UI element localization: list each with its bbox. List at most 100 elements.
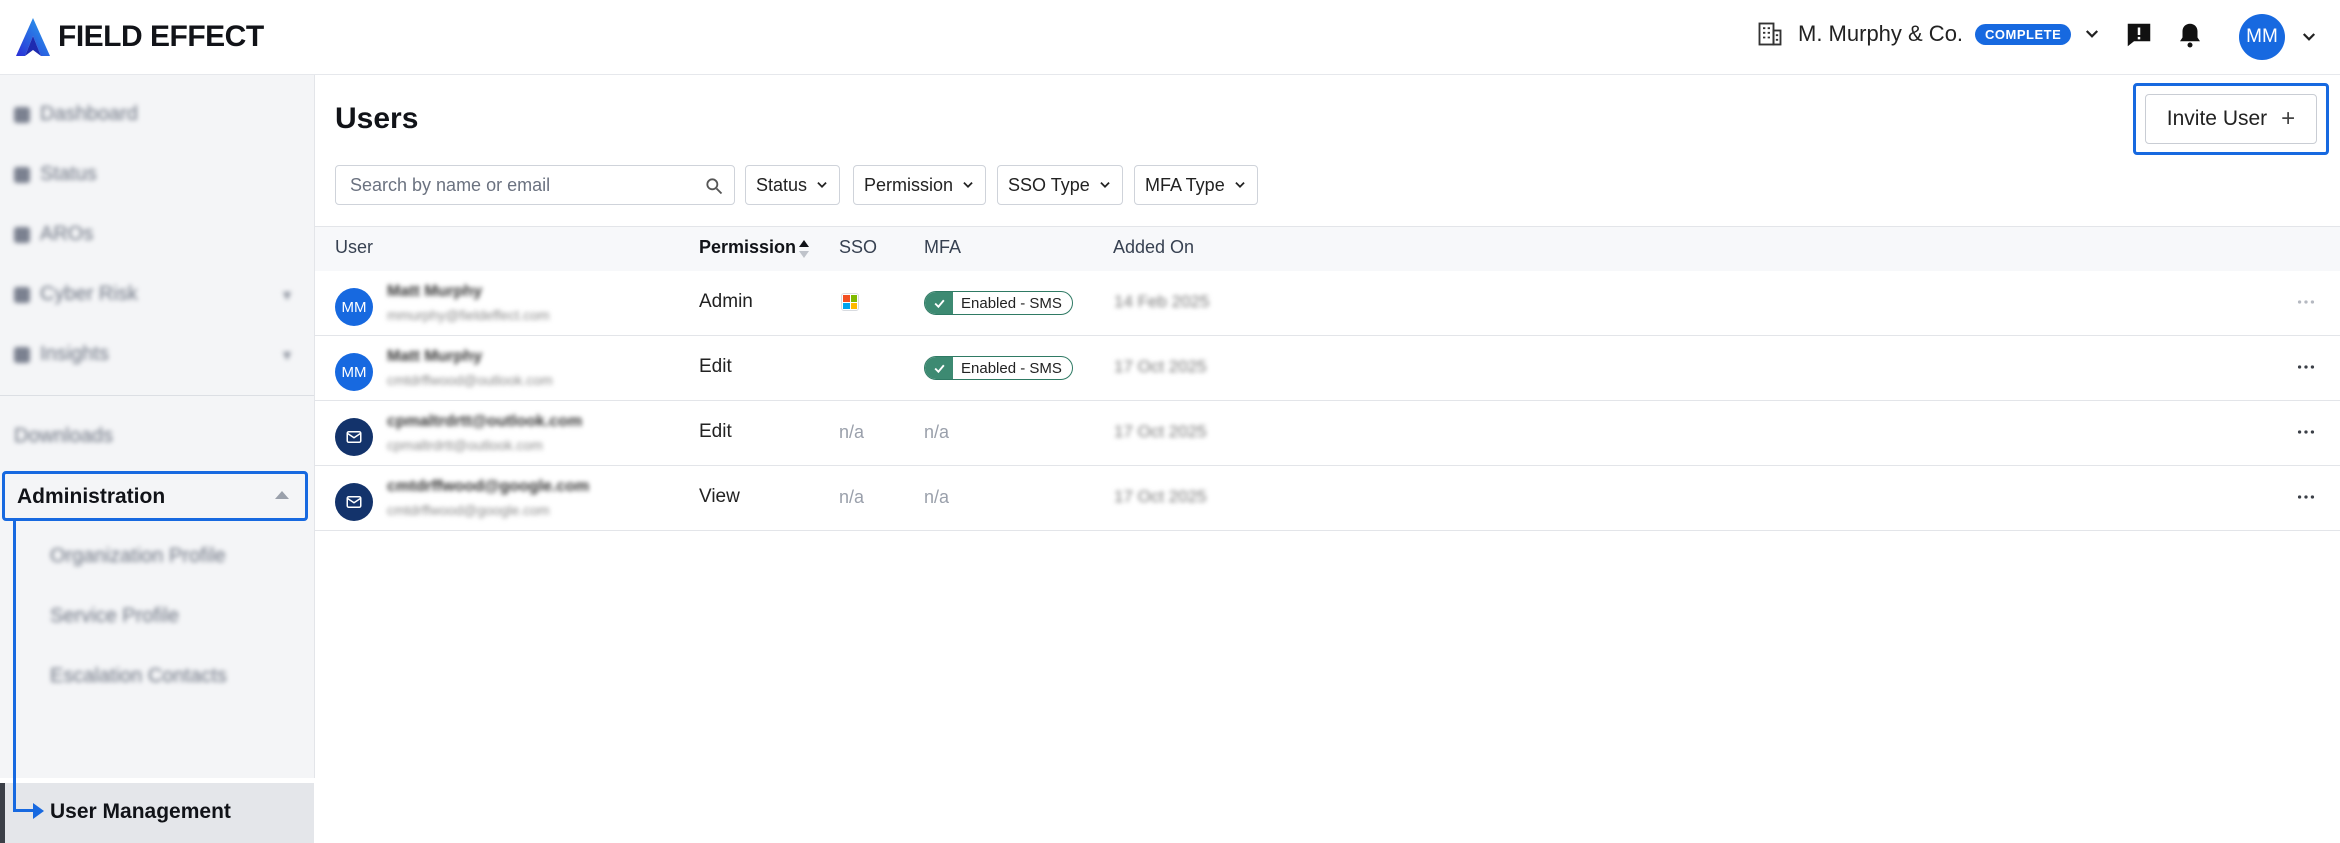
search-input[interactable] [336,166,704,204]
added-on-date: 17 Oct 2025 [1114,422,1207,441]
table-row[interactable]: MM Matt Murphy cmtdrffwood@outlook.com E… [315,336,2340,401]
table-row[interactable]: MM Matt Murphy mmurphy@fieldeffect.com A… [315,271,2340,336]
table-row[interactable]: cmtdrffwood@google.com cmtdrffwood@googl… [315,466,2340,531]
user-permission: Edit [699,356,732,377]
cyber-risk-icon [14,286,30,303]
sidebar-divider [0,395,314,396]
user-permission: Admin [699,291,753,312]
active-indicator [0,783,5,843]
field-effect-logo-icon [16,18,50,56]
more-options-icon[interactable] [2295,421,2317,448]
account-chevron-down-icon[interactable] [2300,28,2318,51]
plus-icon: + [2281,105,2296,132]
brand-logo[interactable]: FIELD EFFECT [14,16,264,58]
sidebar-item-dashboard[interactable]: Dashboard [14,103,294,126]
chevron-up-icon [275,491,289,499]
table-row[interactable]: cpmaltrdrtt@outlook.com cpmaltrdrtt@outl… [315,401,2340,466]
filter-permission[interactable]: Permission [853,165,987,205]
added-on-date: 14 Feb 2025 [1114,292,1210,311]
user-name: Matt Murphy [387,348,483,365]
insights-icon [14,346,30,363]
user-avatar [335,483,373,521]
bell-icon[interactable] [2175,20,2205,55]
user-permission: Edit [699,421,732,442]
filter-mfa-type[interactable]: MFA Type [1134,165,1258,205]
column-user[interactable]: User [335,237,373,258]
sidebar-item-insights[interactable]: Insights ▼ [14,343,294,366]
more-options-icon[interactable] [2295,486,2317,513]
user-email: cmtdrffwood@google.com [387,502,550,518]
user-avatar: MM [335,288,373,326]
highlight-connector-horizontal [13,809,35,812]
check-icon [925,357,953,379]
chevron-down-icon: ▼ [280,346,294,363]
column-added-on[interactable]: Added On [1113,237,1194,258]
sidebar-item-service-profile[interactable]: Service Profile [50,605,179,628]
user-name: cmtdrffwood@google.com [387,478,590,495]
chevron-down-icon [1235,182,1245,188]
chevron-down-icon: ▼ [280,286,294,303]
mfa-status-badge: Enabled - SMS [924,291,1073,315]
filter-status[interactable]: Status [745,165,841,205]
search-icon[interactable] [704,176,724,201]
user-permission: View [699,486,740,507]
mail-icon [346,431,362,443]
user-email: mmurphy@fieldeffect.com [387,307,550,323]
user-name: Matt Murphy [387,283,483,300]
aros-icon [14,226,30,243]
chevron-down-icon[interactable] [2083,25,2101,48]
sso-value: n/a [839,422,865,442]
more-options-icon[interactable] [2295,291,2317,318]
search-box[interactable] [335,165,735,205]
user-avatar[interactable]: MM [2239,14,2285,60]
sidebar-item-downloads[interactable]: Downloads [14,425,294,448]
invite-user-button[interactable]: Invite User + [2145,94,2317,144]
status-icon [14,166,30,183]
sidebar-item-organization-profile[interactable]: Organization Profile [50,545,226,568]
column-permission[interactable]: Permission [699,237,796,258]
chevron-down-icon [1100,182,1110,188]
sidebar-item-status[interactable]: Status [14,163,294,186]
mfa-value: n/a [924,422,950,442]
org-name: M. Murphy & Co. [1798,21,1964,46]
feedback-icon[interactable] [2124,20,2154,55]
user-avatar: MM [335,353,373,391]
invite-user-highlight: Invite User + [2133,83,2329,155]
user-name: cpmaltrdrtt@outlook.com [387,413,583,430]
org-selector[interactable]: M. Murphy & Co. COMPLETE [1756,20,2101,48]
arrow-right-icon [33,803,44,819]
brand-name: FIELD EFFECT [58,20,264,53]
chevron-down-icon [963,182,973,188]
filter-sso-type[interactable]: SSO Type [997,165,1123,205]
user-management-label: User Management [50,800,231,823]
sidebar-item-aros[interactable]: AROs [14,223,294,246]
sidebar-item-user-management[interactable]: User Management [0,783,314,843]
added-on-date: 17 Oct 2025 [1114,357,1207,376]
user-email: cmtdrffwood@outlook.com [387,372,553,388]
sidebar-item-escalation-contacts[interactable]: Escalation Contacts [50,665,227,688]
microsoft-icon [841,293,859,311]
top-bar: FIELD EFFECT M. Murphy & Co. COMPLETE MM [0,0,2340,75]
sort-ascending-icon[interactable] [799,240,809,258]
sidebar-item-cyber-risk[interactable]: Cyber Risk ▼ [14,283,294,306]
column-mfa[interactable]: MFA [924,237,961,258]
invite-user-label: Invite User [2166,107,2268,130]
table-header: User Permission SSO MFA Added On [315,226,2340,272]
org-status-badge: COMPLETE [1975,23,2072,45]
highlight-connector [13,521,16,812]
added-on-date: 17 Oct 2025 [1114,487,1207,506]
sidebar: Dashboard Status AROs Cyber Risk ▼ Insig… [0,75,315,843]
page-title: Users [335,102,419,135]
user-email: cpmaltrdrtt@outlook.com [387,437,543,453]
mfa-value: n/a [924,487,950,507]
column-sso[interactable]: SSO [839,237,877,258]
mfa-status-badge: Enabled - SMS [924,356,1073,380]
more-options-icon[interactable] [2295,356,2317,383]
dashboard-icon [14,106,30,123]
sso-value: n/a [839,487,865,507]
chevron-down-icon [817,182,827,188]
mail-icon [346,496,362,508]
sidebar-item-administration[interactable]: Administration [2,471,308,521]
administration-label: Administration [17,485,166,508]
check-icon [925,292,953,314]
